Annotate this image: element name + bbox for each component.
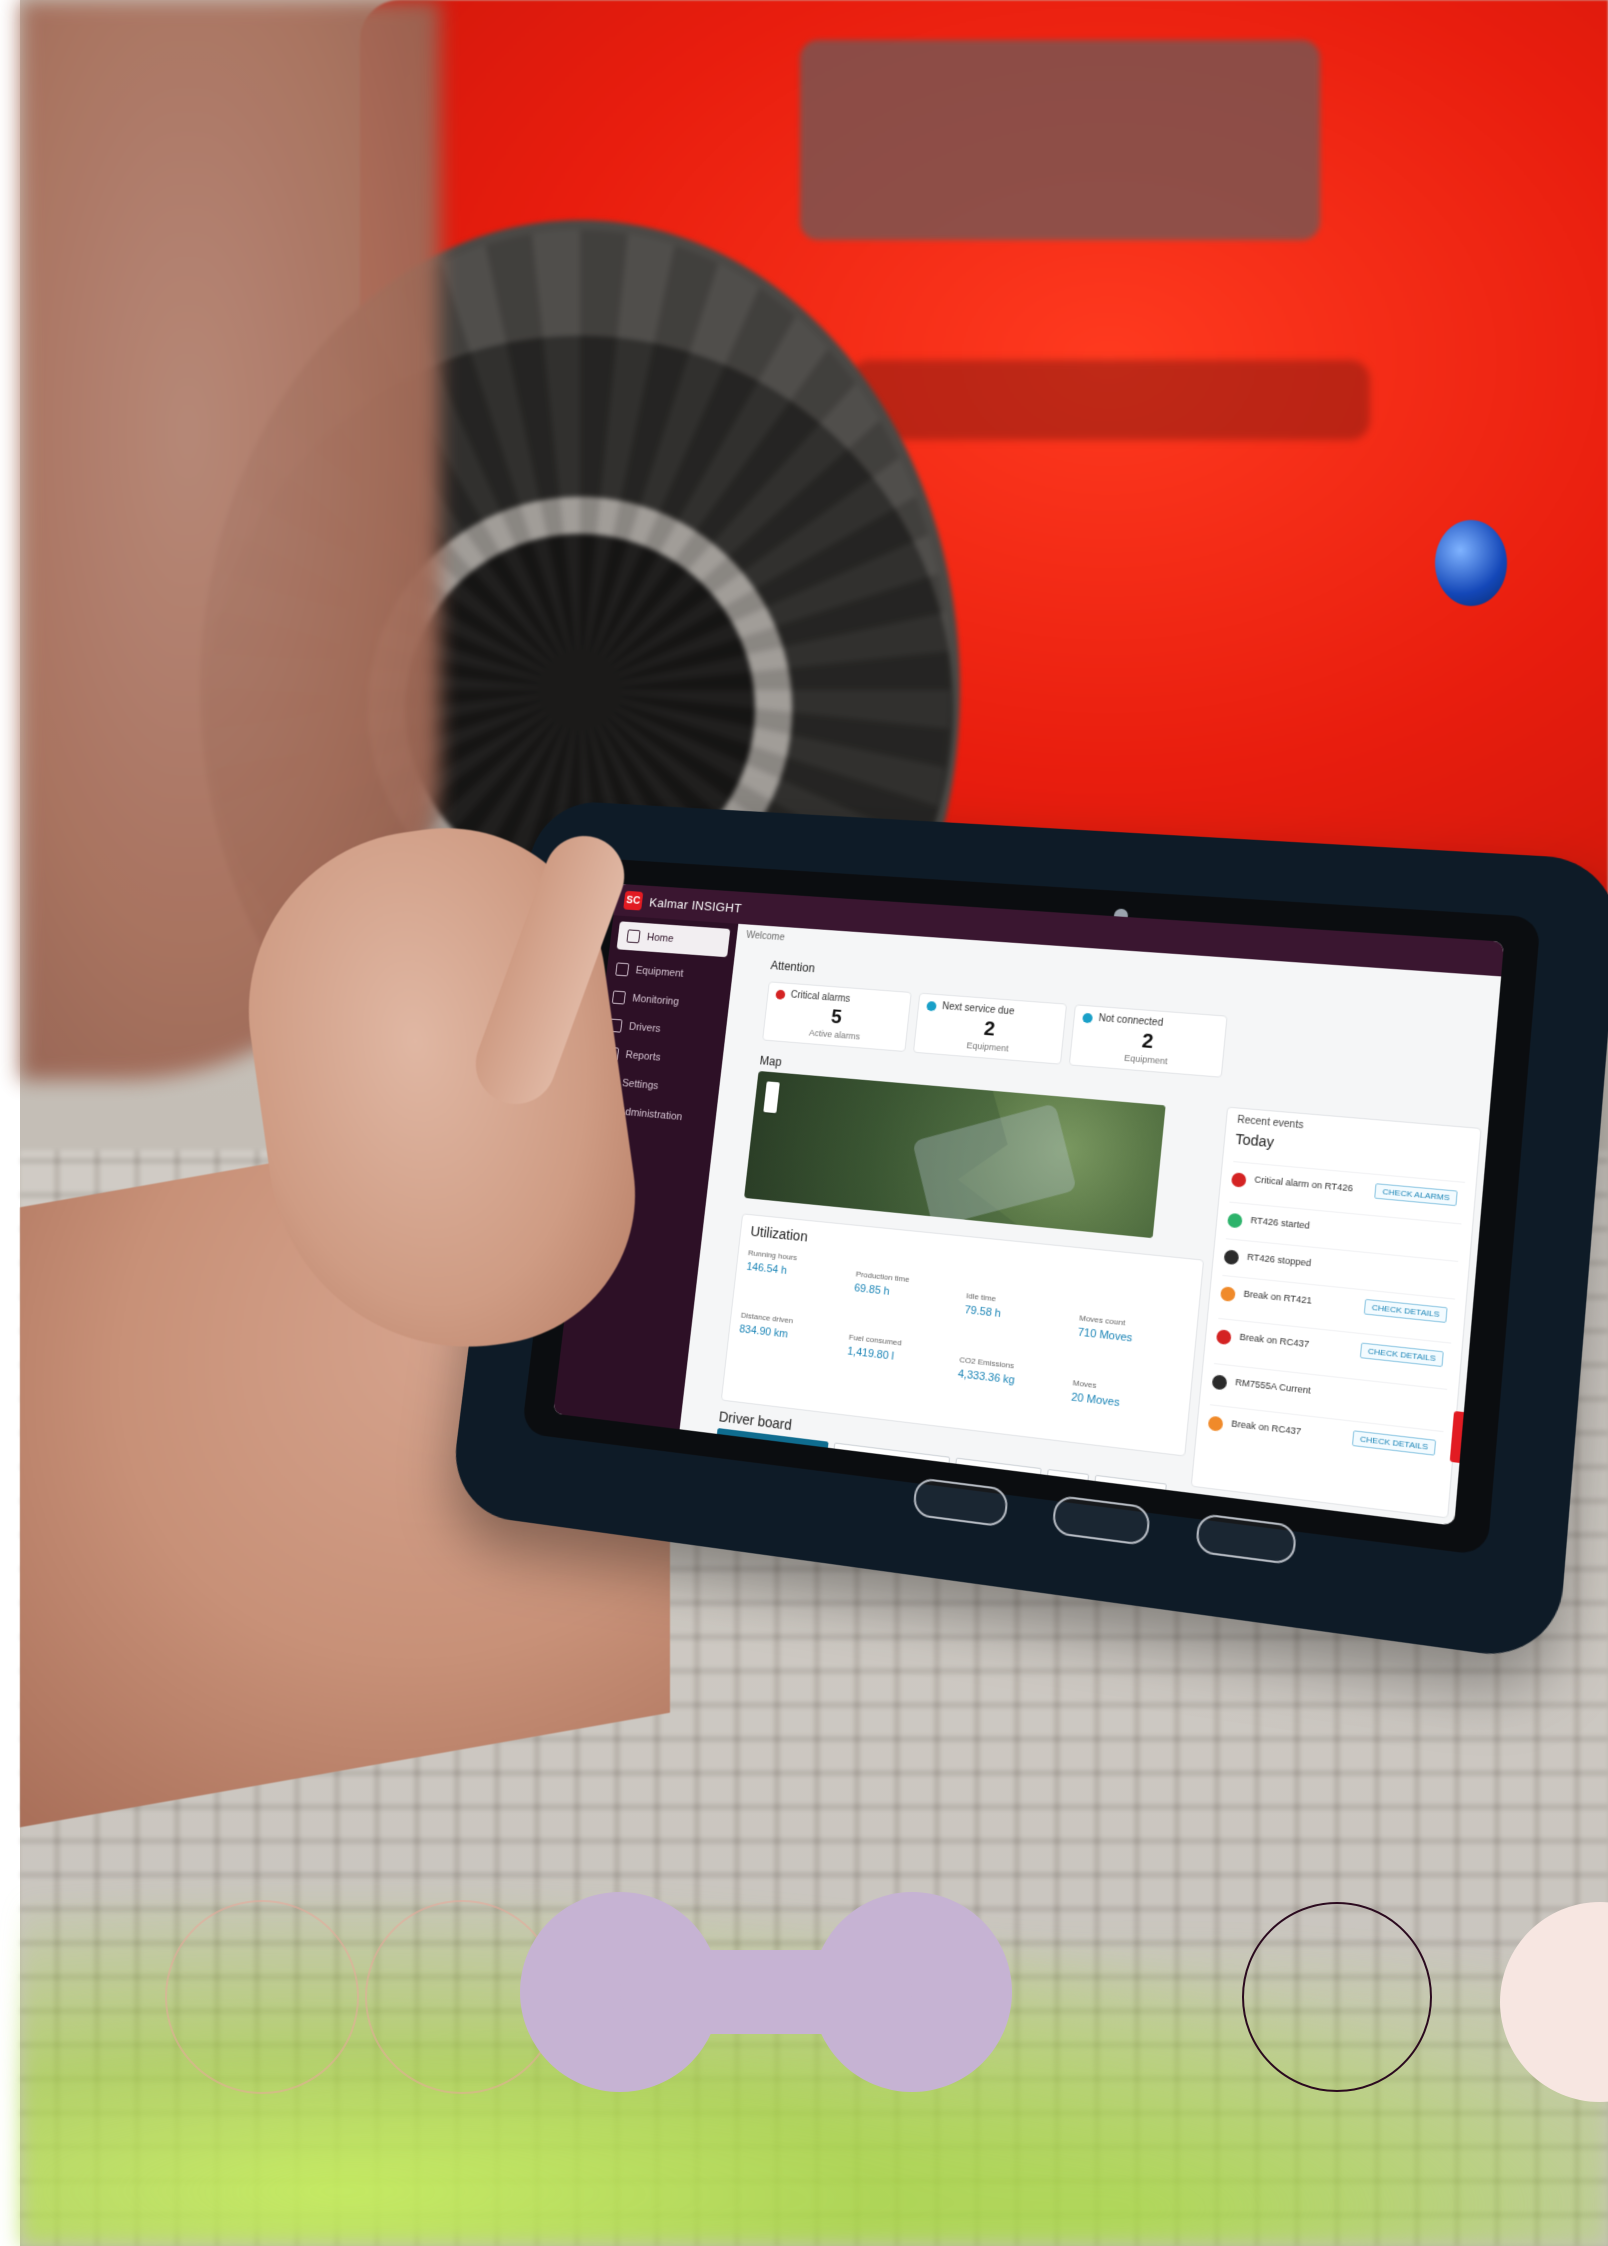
blue-light xyxy=(1435,520,1507,606)
tablet-bezel: SC Kalmar INSIGHT Home Equipment Monitor… xyxy=(521,857,1541,1566)
alert-icon xyxy=(1215,1329,1232,1346)
event-text: RT426 started xyxy=(1250,1214,1311,1231)
event-text: Break on RC437 xyxy=(1230,1418,1302,1437)
utilization-title: Utilization xyxy=(749,1223,809,1245)
event-button[interactable]: CHECK ALARMS xyxy=(1374,1183,1458,1207)
feedback-tab[interactable] xyxy=(1449,1410,1474,1465)
brand-name: Kalmar INSIGHT xyxy=(648,894,743,915)
event-text: Critical alarm on RT426 xyxy=(1253,1174,1354,1194)
card-not-connected[interactable]: Not connected 2 Equipment xyxy=(1068,1004,1228,1078)
stop-icon xyxy=(1223,1249,1240,1266)
utilization-metric: CO2 Emissions 4,333.36 kg xyxy=(955,1355,1069,1412)
brand: SC Kalmar INSIGHT xyxy=(623,890,743,918)
map-view[interactable] xyxy=(744,1070,1166,1239)
back-button[interactable] xyxy=(912,1477,1010,1528)
utilization-metric: Moves count 710 Moves xyxy=(1075,1313,1191,1370)
card-critical-alarms[interactable]: Critical alarms 5 Active alarms xyxy=(762,981,912,1053)
equipment-icon xyxy=(615,962,630,977)
wrench-icon xyxy=(926,1001,937,1012)
alert-icon xyxy=(775,989,786,1000)
event-button[interactable]: CHECK DETAILS xyxy=(1351,1430,1437,1456)
sidebar-item-label: Administration xyxy=(618,1105,683,1124)
home-button[interactable] xyxy=(1051,1494,1152,1547)
sidebar-item-label: Settings xyxy=(621,1077,659,1093)
event-button[interactable]: CHECK DETAILS xyxy=(1359,1342,1444,1368)
alert-icon xyxy=(1230,1172,1247,1188)
monitoring-icon xyxy=(611,990,626,1005)
sidebar-item-label: Reports xyxy=(624,1049,662,1064)
event-button[interactable]: CHECK DETAILS xyxy=(1363,1298,1448,1324)
utilization-metric: Idle time 79.58 h xyxy=(962,1291,1076,1347)
event-text: Break on RC437 xyxy=(1239,1331,1310,1350)
card-label: Not connected xyxy=(1097,1013,1164,1029)
sidebar-item-label: Drivers xyxy=(628,1021,662,1035)
home-icon xyxy=(626,929,641,944)
recent-events-panel: Recent events Today Critical alarm on RT… xyxy=(1190,1106,1482,1519)
tablet-screen: SC Kalmar INSIGHT Home Equipment Monitor… xyxy=(553,883,1505,1526)
utilization-panel: Utilization Running hours 146.54 h Produ… xyxy=(720,1213,1205,1457)
sidebar-item-home[interactable]: Home xyxy=(616,921,731,958)
decor-dark-outline-circle xyxy=(1242,1902,1432,2092)
utilization-metric: Distance driven 834.90 km xyxy=(737,1311,846,1366)
link-icon xyxy=(1082,1012,1094,1024)
event-text: Break on RT421 xyxy=(1243,1288,1313,1306)
meter-icon xyxy=(1211,1374,1228,1391)
map-zoom-control[interactable] xyxy=(763,1081,780,1114)
event-text: RT426 stopped xyxy=(1246,1251,1312,1269)
decor-lilac-connector xyxy=(620,1950,912,2034)
event-text: RM7555A Current xyxy=(1234,1376,1312,1396)
main-content: Welcome Attention Critical alarms 5 Acti… xyxy=(680,924,1502,1526)
power-icon xyxy=(1227,1212,1243,1229)
recent-apps-button[interactable] xyxy=(1194,1512,1298,1566)
recent-events-title: Recent events xyxy=(1236,1114,1304,1132)
tab-fuel-consumption[interactable]: Fuel consumption (l/100km) xyxy=(715,1428,829,1461)
attention-title: Attention xyxy=(769,958,816,976)
utilization-metric: Moves 20 Moves xyxy=(1069,1378,1186,1436)
brand-logo: SC xyxy=(623,890,644,911)
scene: SC Kalmar INSIGHT Home Equipment Monitor… xyxy=(0,0,1608,2246)
card-next-service[interactable]: Next service due 2 Equipment xyxy=(912,992,1068,1065)
sidebar-item-label: Home xyxy=(646,931,675,945)
pause-icon xyxy=(1220,1286,1236,1302)
decor-peach-outline-circle-left xyxy=(165,1900,359,2094)
page-title: Welcome xyxy=(745,930,786,944)
utilization-metric: Production time 69.85 h xyxy=(852,1269,963,1324)
sidebar-item-label: Monitoring xyxy=(631,992,680,1008)
utilization-metric: Running hours 146.54 h xyxy=(744,1248,853,1302)
vehicle-bar-shadow xyxy=(850,360,1370,440)
pause-icon xyxy=(1207,1415,1224,1432)
card-label: Critical alarms xyxy=(790,989,851,1005)
utilization-metric: Fuel consumed 1,419.80 l xyxy=(845,1333,956,1389)
recent-events-today: Today xyxy=(1234,1130,1275,1151)
map-title: Map xyxy=(759,1053,783,1069)
sidebar-item-label: Equipment xyxy=(635,964,684,980)
vehicle-step-shadow xyxy=(800,40,1320,240)
